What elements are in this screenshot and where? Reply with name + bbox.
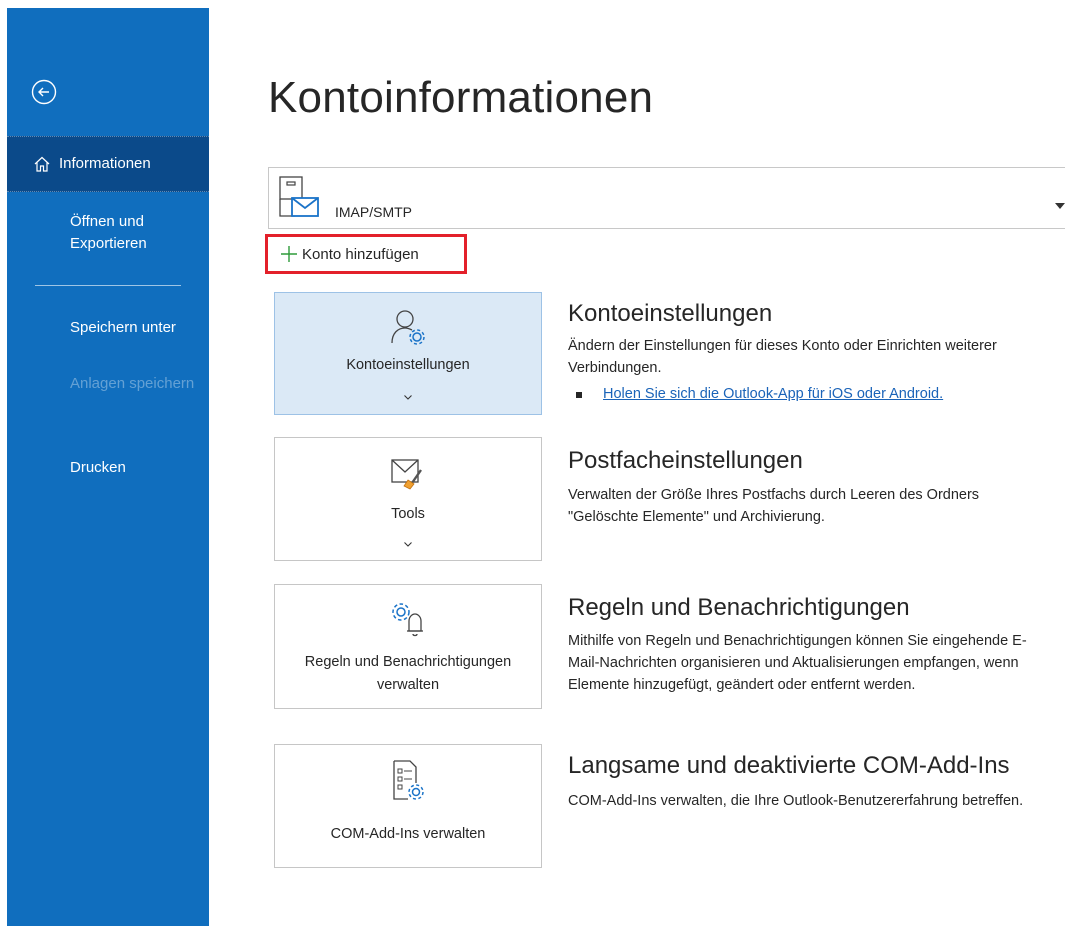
section-heading: Kontoeinstellungen	[568, 300, 773, 327]
sidebar-divider	[35, 285, 181, 286]
sidebar-item-label: Informationen	[59, 155, 151, 172]
chevron-down-icon	[404, 387, 412, 400]
sidebar-item-anlagen-speichern: Anlagen speichern	[70, 375, 195, 392]
tile-label: COM-Add-Ins verwalten	[330, 826, 486, 842]
rules-alerts-tile[interactable]: Regeln und Benachrichtigungen verwalten	[274, 584, 542, 709]
tile-label: Kontoeinstellungen	[346, 357, 470, 373]
com-addins-tile[interactable]: COM-Add-Ins verwalten	[274, 744, 542, 868]
bullet-icon	[576, 392, 582, 398]
section-heading: Regeln und Benachrichtigungen	[568, 594, 910, 621]
page-title: Kontoinformationen	[268, 73, 654, 122]
account-settings-tile[interactable]: Kontoeinstellungen	[274, 292, 542, 415]
account-selector[interactable]: IMAP/SMTP	[268, 167, 1065, 229]
section-description: Ändern der Einstellungen für dieses Kont…	[568, 338, 997, 376]
mail-account-icon	[279, 176, 321, 220]
tile-label: Tools	[391, 506, 425, 522]
chevron-down-icon	[404, 534, 412, 547]
section-description: COM-Add-Ins verwalten, die Ihre Outlook-…	[568, 793, 1024, 809]
tile-label: Regeln und Benachrichtigungen verwalten	[304, 654, 512, 693]
back-arrow-icon[interactable]	[31, 79, 57, 105]
rules-bell-icon	[388, 599, 428, 644]
sidebar-item-oeffnen-exportieren[interactable]: Öffnen und Exportieren	[70, 211, 205, 255]
user-settings-icon	[388, 307, 428, 352]
add-account-label: Konto hinzufügen	[302, 246, 419, 263]
add-account-button[interactable]: Konto hinzufügen	[265, 234, 467, 274]
addins-settings-icon	[390, 759, 426, 806]
section-heading: Postfacheinstellungen	[568, 447, 803, 474]
section-description: Mithilfe von Regeln und Benachrichtigung…	[568, 633, 1027, 693]
sidebar-item-informationen[interactable]: Informationen	[7, 136, 209, 192]
home-icon	[33, 155, 51, 173]
chevron-down-icon	[1055, 196, 1065, 209]
sidebar-item-drucken[interactable]: Drucken	[70, 457, 205, 479]
sidebar-item-speichern-unter[interactable]: Speichern unter	[70, 317, 205, 339]
section-heading: Langsame und deaktivierte COM-Add-Ins	[568, 752, 1010, 779]
account-name: IMAP/SMTP	[335, 204, 413, 220]
backstage-sidebar: Informationen Öffnen und Exportieren Spe…	[7, 8, 209, 926]
outlook-app-link[interactable]: Holen Sie sich die Outlook-App für iOS o…	[603, 386, 943, 402]
tools-tile[interactable]: Tools	[274, 437, 542, 561]
mailbox-cleanup-icon	[390, 456, 426, 495]
section-description: Verwalten der Größe Ihres Postfachs durc…	[568, 487, 980, 525]
plus-icon	[280, 245, 298, 263]
